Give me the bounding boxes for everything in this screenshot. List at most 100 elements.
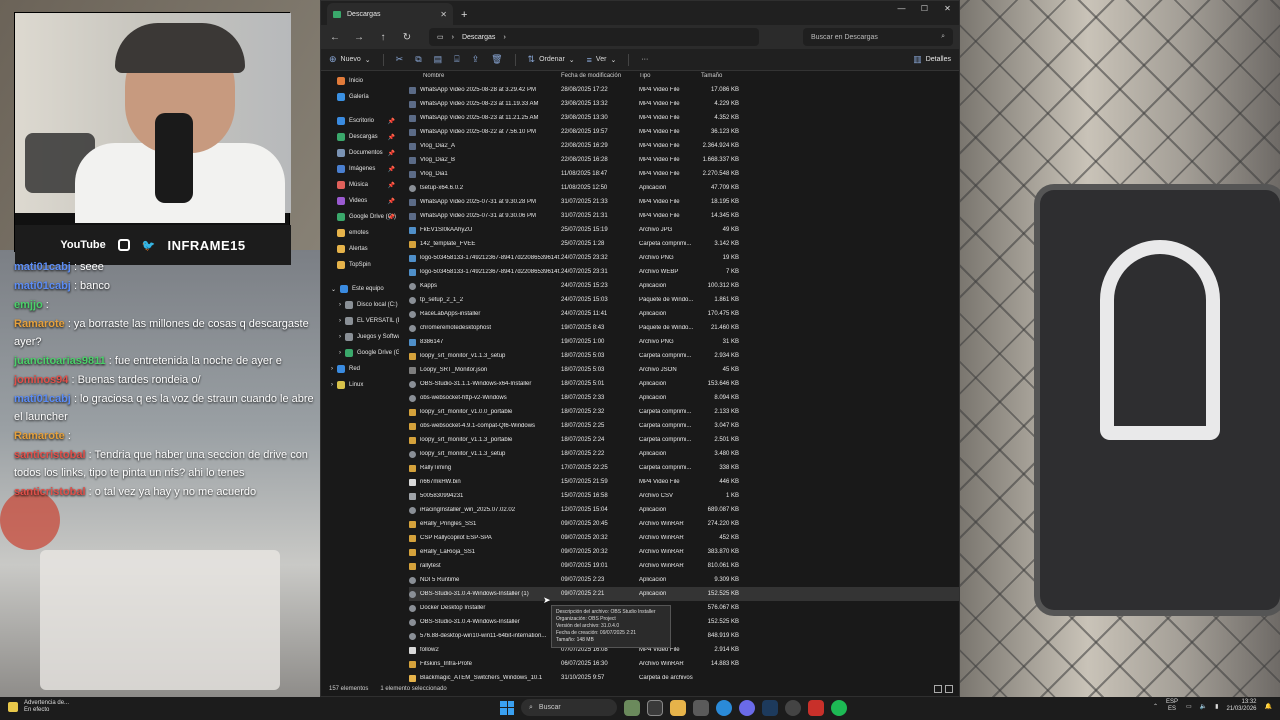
expand-chevron-icon[interactable]: ›: [339, 302, 341, 308]
file-row[interactable]: chromeremotedesktophost 19/07/2025 8:43 Pa…: [409, 321, 959, 335]
file-row[interactable]: logo-503458133-1749212367-89417d22086539…: [409, 251, 959, 265]
file-row[interactable]: RaceLabApps-installer 24/07/2025 11:41 Apl…: [409, 307, 959, 321]
spotify-icon[interactable]: [831, 699, 847, 716]
expand-chevron-icon[interactable]: ›: [339, 334, 341, 340]
file-row[interactable]: Vlog_Dia1 11/08/2025 18:47 MP4 Video File 2…: [409, 167, 959, 181]
file-row[interactable]: Fitskins_Infra-Profe 06/07/2025 16:30 Arch…: [409, 657, 959, 671]
file-row[interactable]: rallytest 09/07/2025 19:01 Archivo WinRAR 8…: [409, 559, 959, 573]
cut-icon[interactable]: ✂: [396, 54, 404, 65]
nav-item[interactable]: Galería: [321, 89, 399, 105]
details-pane-button[interactable]: ▥ Detalles: [913, 54, 951, 65]
nav-item[interactable]: › Linux: [321, 377, 399, 393]
file-row[interactable]: loopy_srt_monitor_v1.1.3_portable 18/07/2…: [409, 433, 959, 447]
nav-item[interactable]: › EL VERSATIL (D:): [321, 313, 399, 329]
nav-item[interactable]: › Juegos y Software: [321, 329, 399, 345]
expand-chevron-icon[interactable]: ⌄: [331, 286, 336, 293]
nav-item[interactable]: Documentos 📌: [321, 145, 399, 161]
file-row[interactable]: OBS-Studio-31.0.4-Windows-Installer (1) 0…: [409, 587, 959, 601]
file-row[interactable]: 576.88-desktop-win10-win11-64bit-interna…: [409, 629, 959, 643]
nav-item[interactable]: › Red: [321, 361, 399, 377]
expand-chevron-icon[interactable]: ›: [339, 318, 341, 324]
task-view-icon[interactable]: [647, 699, 663, 716]
column-type-header[interactable]: Tipo: [639, 73, 697, 79]
file-row[interactable]: iRacingInstaller_win_2025.07.02.02 12/07/…: [409, 503, 959, 517]
file-row[interactable]: Loopy_SRT_Monitor.json 18/07/2025 5:03 Arc…: [409, 363, 959, 377]
forward-button[interactable]: →: [351, 32, 367, 43]
tab-descargas[interactable]: Descargas ✕: [327, 3, 453, 25]
file-row[interactable]: WhatsApp Video 2025-08-23 at 11.21.25 AM…: [409, 111, 959, 125]
chevron-up-icon[interactable]: ⌃: [1153, 703, 1158, 710]
steam-icon[interactable]: [762, 699, 778, 716]
nav-item[interactable]: TopSpin: [321, 257, 399, 273]
network-icon[interactable]: ▭: [1186, 703, 1192, 710]
file-row[interactable]: loopy_srt_monitor_v1.1.3_setup 18/07/2025…: [409, 447, 959, 461]
file-row[interactable]: OBS-Studio-31.1.1-Windows-x64-Installer 1…: [409, 377, 959, 391]
nav-item[interactable]: Videos 📌: [321, 193, 399, 209]
up-button[interactable]: ↑: [375, 32, 391, 43]
expand-chevron-icon[interactable]: ›: [331, 382, 333, 388]
start-button[interactable]: [500, 700, 514, 715]
notifications-icon[interactable]: 🔔: [1265, 703, 1272, 710]
file-row[interactable]: FkEV1SI0kAAhyZU 25/07/2025 15:19 Archivo J…: [409, 223, 959, 237]
file-row[interactable]: 8386147 19/07/2025 1:00 Archivo PNG 31 KB: [409, 335, 959, 349]
nav-item[interactable]: › Disco local (C:): [321, 297, 399, 313]
new-tab-button[interactable]: +: [461, 9, 467, 21]
file-row[interactable]: WhatsApp Video 2025-07-31 at 9.30.06 PM 3…: [409, 209, 959, 223]
file-row[interactable]: loopy_srt_monitor_v1.0.0_portable 18/07/2…: [409, 405, 959, 419]
battery-icon[interactable]: ▮: [1215, 703, 1218, 710]
file-row[interactable]: tp_setup_2_1_2 24/07/2025 15:03 Paquete de…: [409, 293, 959, 307]
column-date-header[interactable]: Fecha de modificación: [561, 73, 639, 79]
back-button[interactable]: ←: [327, 32, 343, 43]
clock[interactable]: 13:32 21/03/2026: [1226, 699, 1256, 713]
file-row[interactable]: Vlog_Dia2_A 22/08/2025 16:29 MP4 Video Fil…: [409, 139, 959, 153]
file-row[interactable]: Vlog_Dia2_B 22/08/2025 16:28 MP4 Video Fil…: [409, 153, 959, 167]
file-row[interactable]: eRally_Pringles_SS1 09/07/2025 20:45 Archi…: [409, 517, 959, 531]
share-icon[interactable]: ⇪: [472, 54, 480, 65]
close-tab-icon[interactable]: ✕: [440, 10, 447, 19]
file-row[interactable]: WhatsApp Video 2025-08-28 at 3.29.42 PM 2…: [409, 83, 959, 97]
store-icon[interactable]: [693, 699, 709, 716]
nav-item[interactable]: ⌄ Este equipo: [321, 281, 399, 297]
discord-icon[interactable]: [739, 699, 755, 716]
path-field[interactable]: ▭ › Descargas ›: [429, 28, 759, 46]
file-row[interactable]: CSP Rallycopilot ESP-SPA 09/07/2025 20:32…: [409, 531, 959, 545]
file-row[interactable]: n667mkHW.bin 15/07/2025 21:59 MP4 Video Fi…: [409, 475, 959, 489]
breadcrumb-descargas[interactable]: Descargas: [462, 34, 495, 41]
details-view-icon[interactable]: [934, 685, 942, 693]
nav-item[interactable]: Descargas 📌: [321, 129, 399, 145]
file-row[interactable]: RallyTiming 17/07/2025 22:25 Carpeta compr…: [409, 461, 959, 475]
file-row[interactable]: tsetup-x64.6.0.2 11/08/2025 12:50 Aplicaci…: [409, 181, 959, 195]
refresh-button[interactable]: ↻: [399, 32, 415, 43]
nav-item[interactable]: Música 📌: [321, 177, 399, 193]
column-size-header[interactable]: Tamaño: [697, 73, 739, 79]
maximize-button[interactable]: ☐: [913, 1, 936, 19]
nav-item[interactable]: emotes: [321, 225, 399, 241]
more-options-icon[interactable]: ···: [641, 56, 648, 63]
taskbar-search[interactable]: ⌕ Buscar: [521, 699, 617, 716]
file-row[interactable]: obs-websocket-http-v2-Windows 18/07/2025 …: [409, 391, 959, 405]
file-explorer-icon[interactable]: [670, 699, 686, 716]
app-red-icon[interactable]: [808, 699, 824, 716]
file-row[interactable]: 5005830994231 15/07/2025 16:58 Archivo CSV…: [409, 489, 959, 503]
file-row[interactable]: logo-503458133-1749212367-89417d22086539…: [409, 265, 959, 279]
expand-chevron-icon[interactable]: ›: [331, 366, 333, 372]
column-name-header[interactable]: Nombre: [409, 73, 561, 79]
nav-item[interactable]: Imágenes 📌: [321, 161, 399, 177]
file-row[interactable]: WhatsApp Video 2025-07-31 at 9.30.28 PM 3…: [409, 195, 959, 209]
sort-button[interactable]: ⇅ Ordenar ⌄: [528, 54, 575, 65]
edge-icon[interactable]: [716, 699, 732, 716]
nav-item[interactable]: › Google Drive (G:): [321, 345, 399, 361]
expand-chevron-icon[interactable]: ›: [339, 350, 341, 356]
view-button[interactable]: ≡ Ver ⌄: [587, 55, 617, 65]
file-row[interactable]: loopy_srt_monitor_v1.1.3_setup 18/07/2025…: [409, 349, 959, 363]
widgets-icon[interactable]: [624, 699, 640, 716]
file-row[interactable]: 142_template_FVEE 25/07/2025 1:28 Carpeta …: [409, 237, 959, 251]
obs-icon[interactable]: [785, 699, 801, 716]
search-input[interactable]: Buscar en Descargas ⌕: [803, 28, 953, 46]
file-row[interactable]: eRally_LaRioja_SS1 09/07/2025 20:32 Archiv…: [409, 545, 959, 559]
file-row[interactable]: WhatsApp Video 2025-08-22 at 7.56.10 PM 2…: [409, 125, 959, 139]
delete-icon[interactable]: 🗑: [491, 54, 502, 65]
nav-item[interactable]: Alertas: [321, 241, 399, 257]
paste-icon[interactable]: ▤: [434, 54, 443, 65]
file-row[interactable]: follow2 07/07/2025 16:08 MP4 Video File 2.9…: [409, 643, 959, 657]
